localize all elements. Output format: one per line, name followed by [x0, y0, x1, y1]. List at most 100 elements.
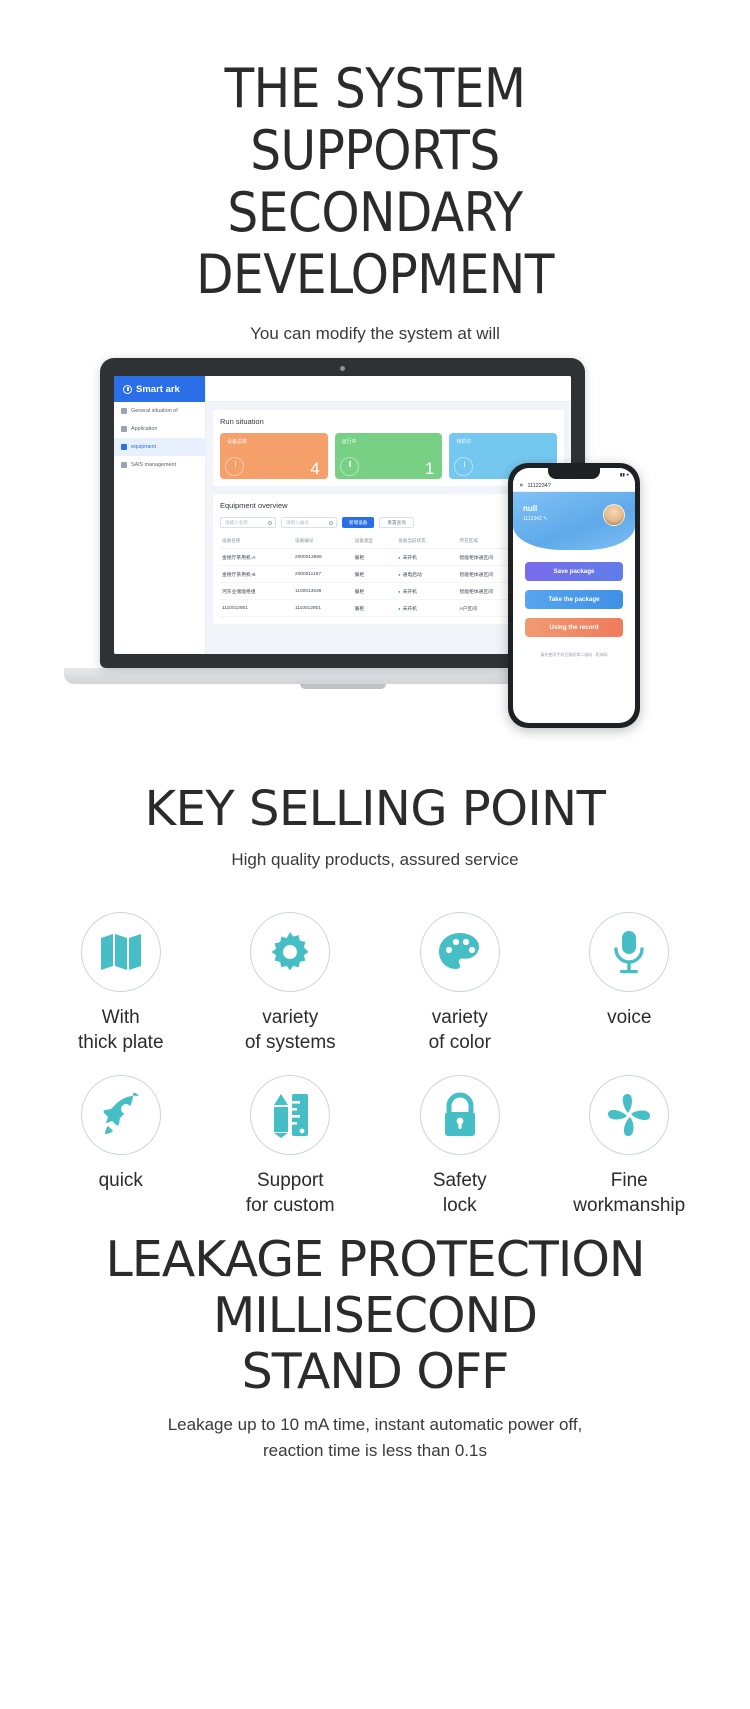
sidebar-item-label: General situation of	[131, 408, 178, 414]
save-package-button[interactable]: Save package	[525, 562, 623, 581]
table-header-row: 设备名称 设备编号 设备类型 设备当前状态 所在区域	[220, 534, 557, 549]
cell-type: 餐柜	[352, 582, 397, 600]
circle-logo-icon	[123, 384, 132, 394]
sidebar-item-label: SAlS management	[131, 462, 176, 468]
feature-icon-circle	[589, 912, 670, 992]
feature-icon-circle	[250, 912, 331, 992]
status-badge: 未开机	[396, 599, 458, 617]
stat-card-row: 设备总数 4 运行中 1 待机中	[220, 433, 558, 479]
search-input-code[interactable]: 请输入编号	[281, 517, 337, 528]
feature-label-line: With	[101, 1007, 140, 1028]
column-header[interactable]: 设备类型	[352, 534, 397, 549]
alert-icon	[225, 457, 244, 476]
feature-voice[interactable]: voice	[545, 912, 715, 1055]
sidebar-item-label: equipment	[131, 444, 157, 450]
phone-screen: ▮▮ ● ✕ 1112234? null 1112342 ✎ Save pack…	[513, 468, 635, 723]
sidebar-item-general[interactable]: General situation of	[114, 402, 205, 420]
stat-card-value: 4	[310, 459, 320, 478]
list-icon	[121, 462, 127, 468]
ruler-pencil-icon	[274, 1094, 309, 1138]
close-icon[interactable]: ✕	[519, 483, 524, 489]
feature-icon-circle	[419, 912, 500, 992]
check-icon	[339, 457, 359, 476]
avatar[interactable]	[603, 504, 625, 526]
phone-user-id-text: 1112342	[523, 516, 542, 522]
gear-icon	[271, 932, 309, 971]
device-icon	[121, 444, 127, 450]
feature-label-line: voice	[607, 1007, 652, 1028]
feature-label: Fine workmanship	[545, 1168, 715, 1218]
phone-user-header: null 1112342 ✎	[513, 492, 635, 550]
column-header[interactable]: 设备当前状态	[396, 534, 458, 549]
phone-nav-bar: ✕ 1112234?	[513, 481, 635, 492]
status-badge: 通电启动	[396, 565, 458, 583]
leakage-title-line-1: LEAKAGE PROTECTION	[105, 1231, 645, 1288]
search-icon	[329, 521, 333, 525]
cell-code: 2000013666	[293, 548, 353, 566]
table-row[interactable]: 金德厅茶用机-B 2000011187 餐柜 通电启动 智能柜体通区间 正常	[220, 565, 557, 583]
phone-nav-title: 1112234?	[527, 483, 551, 489]
feature-variety-of-color[interactable]: variety of color	[375, 912, 545, 1055]
dashboard-brand: Smart ark	[114, 376, 205, 402]
cell-code: 1110012801	[293, 599, 353, 617]
leakage-subtitle: Leakage up to 10 mA time, instant automa…	[0, 1412, 750, 1464]
sidebar-item-application[interactable]: Application	[114, 420, 205, 438]
rocket-icon	[103, 1093, 139, 1134]
feature-quick[interactable]: quick	[36, 1075, 206, 1218]
pencil-icon[interactable]: ✎	[543, 516, 547, 522]
laptop-hinge-notch	[299, 684, 386, 689]
feature-label-line: thick plate	[77, 1032, 164, 1053]
device-mockup-section: Smart ark General situation of Applicati…	[0, 358, 750, 748]
feature-label-line: variety	[431, 1007, 488, 1028]
feature-icon-circle	[589, 1075, 670, 1155]
feature-label-line: Fine	[610, 1170, 648, 1191]
reset-query-button[interactable]: 重置查询	[379, 517, 414, 528]
cell-type: 餐柜	[352, 599, 397, 617]
feature-with-thick-plate[interactable]: With thick plate	[36, 912, 206, 1055]
feature-grid: With thick plate variety of systems vari…	[0, 912, 750, 1218]
search-input-code-text: 请输入编号	[286, 519, 309, 525]
leakage-subtitle-line-2: reaction time is less than 0.1s	[263, 1441, 487, 1460]
clock-icon	[454, 457, 474, 476]
search-input-name[interactable]: 请输入名称	[220, 517, 276, 528]
feature-safety-lock[interactable]: Safety lock	[375, 1075, 545, 1218]
sidebar-item-label: Application	[131, 426, 158, 432]
using-record-button[interactable]: Using the record	[525, 618, 623, 637]
stat-card-total[interactable]: 设备总数 4	[220, 433, 328, 479]
leakage-subtitle-line-1: Leakage up to 10 mA time, instant automa…	[167, 1415, 583, 1434]
feature-label: Support for custom	[206, 1168, 376, 1218]
table-row[interactable]: 1110012801 1110012801 餐柜 未开机 A户区间 正常	[220, 599, 557, 617]
status-badge: 未开机	[396, 582, 458, 600]
lock-icon	[444, 1092, 475, 1136]
search-icon	[268, 521, 272, 525]
phone-footer-note: 请先使用手机扫描柜体二维码 - 柜体码	[540, 652, 608, 657]
stat-card-label: 设备总数	[227, 439, 248, 445]
brand-label: Smart ark	[136, 383, 180, 395]
hero-title-line-3: SECONDARY	[227, 181, 523, 244]
equipment-overview-title: Equipment overview	[220, 501, 288, 510]
feature-label: With thick plate	[36, 1005, 206, 1055]
table-row[interactable]: 河东业储能柜组 1100013636 餐柜 未开机 智能柜体通区间 正常	[220, 582, 557, 600]
grid-icon	[121, 426, 127, 432]
feature-variety-of-systems[interactable]: variety of systems	[206, 912, 376, 1055]
sidebar-item-sals[interactable]: SAlS management	[114, 456, 205, 474]
table-row[interactable]: 金德厅茶用机-A 2000013666 餐柜 未开机 智能柜体通区间 正常	[220, 548, 557, 566]
feature-icon-circle	[419, 1075, 500, 1155]
feature-fine-workmanship[interactable]: Fine workmanship	[545, 1075, 715, 1218]
dashboard-sidebar: Smart ark General situation of Applicati…	[114, 376, 206, 654]
sidebar-item-equipment[interactable]: equipment	[114, 438, 205, 456]
feature-label: voice	[545, 1005, 715, 1030]
column-header[interactable]: 设备名称	[220, 534, 294, 549]
phone-status-icons: ▮▮ ●	[619, 471, 629, 477]
add-equipment-button[interactable]: 新增设备	[342, 517, 375, 528]
column-header[interactable]: 设备编号	[293, 534, 353, 549]
leakage-title: LEAKAGE PROTECTION MILLISECOND STAND OFF	[0, 1232, 750, 1400]
cell-name: 金德厅茶用机-B	[220, 565, 294, 583]
leakage-title-line-2: MILLISECOND	[212, 1287, 538, 1344]
stat-card-running[interactable]: 运行中 1	[334, 433, 443, 479]
hero-title-line-2: SUPPORTS	[250, 119, 500, 182]
feature-support-for-custom[interactable]: Support for custom	[206, 1075, 376, 1218]
take-package-button[interactable]: Take the package	[525, 590, 623, 609]
microphone-icon	[614, 931, 644, 974]
ksp-subtitle: High quality products, assured service	[231, 850, 519, 869]
